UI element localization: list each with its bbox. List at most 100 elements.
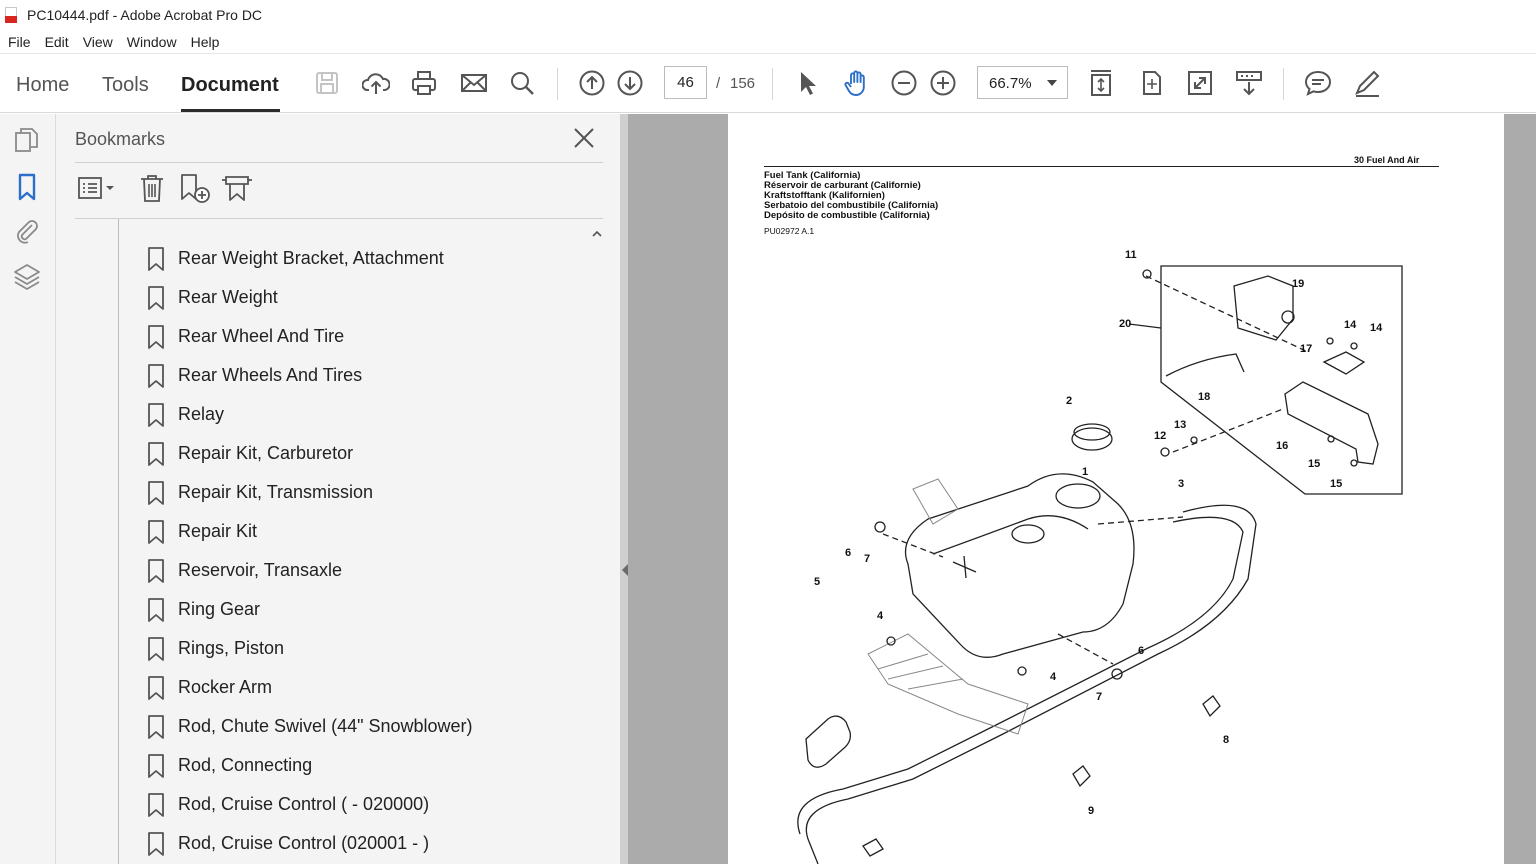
bookmark-options-icon[interactable] — [78, 172, 118, 208]
document-view[interactable]: 30 Fuel And Air Fuel Tank (California) R… — [628, 114, 1536, 864]
search-icon[interactable] — [507, 68, 537, 98]
zoom-value: 66.7% — [989, 75, 1032, 92]
section-header: 30 Fuel And Air — [1354, 155, 1420, 165]
bookmark-item[interactable]: Rear Weight Bracket, Attachment — [147, 239, 444, 278]
valve-17 — [1322, 351, 1366, 375]
exploded-parts-diagram: 1 2 3 4 4 5 6 6 7 7 8 9 11 12 13 14 14 1… — [797, 249, 1403, 864]
callout-16: 16 — [1276, 440, 1288, 452]
bookmark-item[interactable]: Repair Kit, Carburetor — [147, 434, 353, 473]
toolbar-separator — [1283, 68, 1284, 100]
divider — [75, 162, 603, 163]
bookmark-label: Rocker Arm — [178, 677, 273, 697]
zoom-out-icon[interactable] — [889, 68, 919, 98]
fit-page-scroll-icon[interactable] — [1086, 68, 1116, 98]
comment-icon[interactable] — [1303, 68, 1333, 98]
fit-window-icon[interactable] — [1136, 68, 1166, 98]
menu-view[interactable]: View — [83, 34, 113, 50]
callout-6: 6 — [845, 547, 851, 559]
sign-pen-icon[interactable] — [1352, 68, 1382, 98]
callout-2: 2 — [1066, 395, 1072, 407]
bookmark-item[interactable]: Reservoir, Transaxle — [147, 551, 342, 590]
bookmark-item[interactable]: Repair Kit, Transmission — [147, 473, 373, 512]
bookmark-item[interactable]: Rod, Connecting — [147, 746, 312, 785]
menu-edit[interactable]: Edit — [45, 34, 69, 50]
close-icon[interactable] — [571, 125, 597, 151]
new-bookmark-icon[interactable] — [178, 172, 212, 208]
bookmark-icon — [148, 831, 164, 856]
bookmark-item[interactable]: Rear Wheels And Tires — [147, 356, 362, 395]
callout-19: 19 — [1292, 278, 1304, 290]
zoom-in-icon[interactable] — [928, 68, 958, 98]
menu-window[interactable]: Window — [127, 34, 177, 50]
hose-18 — [1165, 353, 1245, 377]
tab-home[interactable]: Home — [16, 74, 69, 97]
tab-document[interactable]: Document — [181, 74, 279, 97]
attachments-icon[interactable] — [12, 216, 42, 246]
callout-18: 18 — [1198, 391, 1210, 403]
active-tab-indicator — [181, 109, 280, 112]
bookmark-icon — [148, 558, 164, 583]
title-line: Depósito de combustible (California) — [764, 210, 930, 221]
callout-15: 15 — [1330, 478, 1342, 490]
bookmark-icon — [148, 324, 164, 349]
email-icon[interactable] — [459, 68, 489, 98]
panel-splitter[interactable] — [620, 114, 628, 864]
bookmark-item[interactable]: Ring Gear — [147, 590, 260, 629]
bookmark-item[interactable]: Relay — [147, 395, 224, 434]
tree-line — [118, 219, 119, 864]
menu-bar: File Edit View Window Help — [0, 30, 1536, 54]
bookmark-label: Rear Weight Bracket, Attachment — [178, 248, 444, 268]
scroll-up-icon[interactable] — [592, 229, 602, 239]
page-number-input[interactable] — [664, 66, 707, 99]
callout-15: 15 — [1308, 458, 1320, 470]
tank-neck — [1055, 483, 1101, 509]
select-cursor-icon[interactable] — [792, 68, 822, 98]
bookmark-item[interactable]: Rocker Arm — [147, 668, 272, 707]
bookmark-label: Repair Kit — [178, 521, 258, 541]
pdf-page: 30 Fuel And Air Fuel Tank (California) R… — [728, 114, 1504, 864]
fuel-gauge — [805, 715, 851, 768]
callout-12: 12 — [1154, 430, 1166, 442]
expand-bookmark-icon[interactable] — [220, 172, 254, 208]
bookmark-label: Rod, Cruise Control (020001 - ) — [178, 833, 430, 853]
bookmark-icon — [148, 363, 164, 388]
full-screen-icon[interactable] — [1185, 68, 1215, 98]
save-icon[interactable] — [312, 68, 342, 98]
canister-outline — [1233, 275, 1294, 341]
bookmark-icon — [148, 480, 164, 505]
delete-bookmark-icon[interactable] — [138, 172, 166, 208]
menu-file[interactable]: File — [8, 34, 31, 50]
callout-11: 11 — [1125, 249, 1137, 261]
zoom-level-dropdown[interactable]: 66.7% — [977, 66, 1068, 99]
hand-tool-icon[interactable] — [841, 68, 871, 98]
callout-14: 14 — [1370, 322, 1383, 334]
tab-tools[interactable]: Tools — [102, 74, 149, 97]
previous-page-icon[interactable] — [577, 68, 607, 98]
page-thumbnails-icon[interactable] — [12, 126, 42, 156]
bookmark-icon — [148, 597, 164, 622]
bookmark-icon — [148, 675, 164, 700]
bookmark-item[interactable]: Rod, Cruise Control (020001 - ) — [147, 824, 429, 863]
cloud-upload-icon[interactable] — [361, 68, 391, 98]
print-icon[interactable] — [409, 68, 439, 98]
scroll-mode-icon[interactable] — [1234, 68, 1264, 98]
layers-icon[interactable] — [12, 262, 42, 292]
bookmarks-scrollbar[interactable] — [591, 219, 603, 864]
page-separator: / — [716, 75, 721, 92]
dashed-leader — [1172, 408, 1284, 453]
next-page-icon[interactable] — [615, 68, 645, 98]
bookmark-item[interactable]: Rod, Chute Swivel (44" Snowblower) — [147, 707, 473, 746]
bookmark-label: Ring Gear — [178, 599, 261, 619]
bookmark-item[interactable]: Repair Kit — [147, 512, 257, 551]
bookmarks-panel-icon[interactable] — [12, 172, 42, 202]
page-titles: Fuel Tank (California) Réservoir de carb… — [764, 171, 938, 221]
menu-help[interactable]: Help — [191, 34, 220, 50]
bookmark-item[interactable]: Rings, Piston — [147, 629, 284, 668]
bookmark-item[interactable]: Rod, Cruise Control ( - 020000) — [147, 785, 429, 824]
bookmark-icon — [148, 246, 164, 271]
bookmark-item[interactable]: Rear Weight — [147, 278, 278, 317]
bookmark-item[interactable]: Rear Wheel And Tire — [147, 317, 344, 356]
callout-4: 4 — [877, 610, 884, 622]
page-total: 156 — [730, 75, 756, 92]
hose-3 — [805, 504, 1257, 864]
